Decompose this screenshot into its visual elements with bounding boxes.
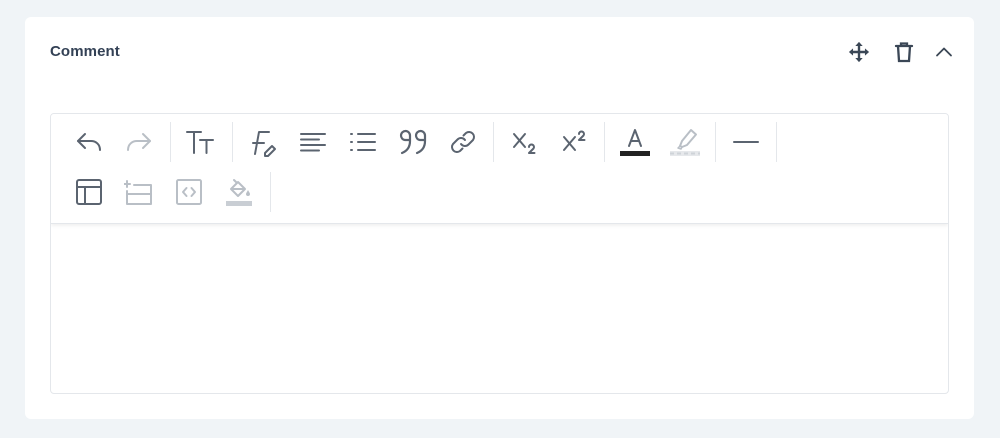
move-button[interactable] <box>846 39 872 65</box>
bulleted-list-icon <box>348 127 378 157</box>
font-family-icon <box>247 127 279 157</box>
collapse-button[interactable] <box>931 39 957 65</box>
editor-toolbar <box>51 114 948 224</box>
undo-button[interactable] <box>71 124 107 160</box>
font-size-button[interactable] <box>182 124 218 160</box>
bulleted-list-button[interactable] <box>345 124 381 160</box>
font-size-icon <box>184 127 216 157</box>
card-title: Comment <box>50 43 120 60</box>
redo-button[interactable] <box>121 124 157 160</box>
move-icon <box>848 41 870 63</box>
highlight-icon <box>669 126 701 158</box>
horizontal-line-button[interactable] <box>728 124 764 160</box>
toolbar-separator <box>604 122 605 162</box>
source-code-button[interactable] <box>171 174 207 210</box>
horizontal-line-icon <box>731 127 761 157</box>
subscript-icon <box>510 127 540 157</box>
superscript-button[interactable] <box>557 124 593 160</box>
insert-row-icon <box>124 177 154 207</box>
table-icon <box>74 177 104 207</box>
source-code-icon <box>174 177 204 207</box>
toolbar-separator <box>776 122 777 162</box>
font-color-icon <box>619 126 651 158</box>
undo-icon <box>74 127 104 157</box>
toolbar-separator <box>232 122 233 162</box>
rich-text-editor <box>50 113 949 394</box>
comment-card: Comment <box>25 17 974 419</box>
blockquote-button[interactable] <box>395 124 431 160</box>
editor-content-area[interactable] <box>51 226 948 393</box>
trash-icon <box>894 41 914 63</box>
highlight-button[interactable] <box>667 124 703 160</box>
fill-color-icon <box>223 176 255 208</box>
fill-color-button[interactable] <box>221 174 257 210</box>
font-color-button[interactable] <box>617 124 653 160</box>
link-button[interactable] <box>445 124 481 160</box>
table-button[interactable] <box>71 174 107 210</box>
delete-button[interactable] <box>891 39 917 65</box>
card-header-actions <box>845 39 955 65</box>
chevron-up-icon <box>934 42 954 62</box>
blockquote-icon <box>397 127 429 157</box>
superscript-icon <box>560 127 590 157</box>
toolbar-separator <box>170 122 171 162</box>
align-left-icon <box>298 127 328 157</box>
toolbar-separator <box>270 172 271 212</box>
insert-row-button[interactable] <box>121 174 157 210</box>
toolbar-separator <box>493 122 494 162</box>
font-family-button[interactable] <box>245 124 281 160</box>
subscript-button[interactable] <box>507 124 543 160</box>
align-button[interactable] <box>295 124 331 160</box>
link-icon <box>448 127 478 157</box>
redo-icon <box>124 127 154 157</box>
toolbar-separator <box>715 122 716 162</box>
